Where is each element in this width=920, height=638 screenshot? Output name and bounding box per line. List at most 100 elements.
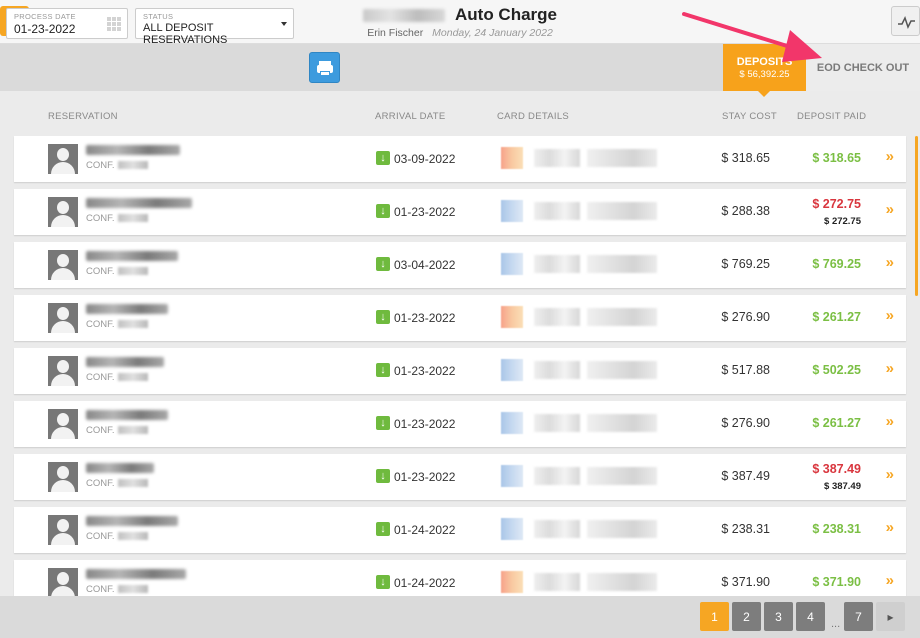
- stay-cost: $ 517.88: [721, 363, 770, 377]
- deposit-paid: $ 371.90: [812, 575, 861, 589]
- arrival-date: 01-23-2022: [394, 311, 456, 325]
- open-reservation-icon[interactable]: »: [886, 466, 894, 483]
- arrival-date: 01-24-2022: [394, 523, 456, 537]
- guest-name-redacted: [86, 463, 154, 473]
- open-reservation-icon[interactable]: »: [886, 413, 894, 430]
- col-header-deposit-paid: DEPOSIT PAID: [797, 111, 867, 122]
- page-button-3[interactable]: 3: [764, 602, 793, 631]
- table-row[interactable]: CONF. ↓ 03-09-2022 $ 318.65 $ 318.65 »: [14, 136, 906, 182]
- deposit-paid-secondary: $ 272.75: [824, 216, 861, 227]
- open-reservation-icon[interactable]: »: [886, 519, 894, 536]
- current-date: Monday, 24 January 2022: [432, 27, 553, 39]
- pulse-icon: [898, 16, 915, 29]
- arrival-arrow-icon: ↓: [376, 575, 390, 589]
- open-reservation-icon[interactable]: »: [886, 360, 894, 377]
- card-details-redacted: [501, 306, 669, 330]
- stay-cost: $ 238.31: [721, 522, 770, 536]
- confirmation-number: CONF.: [86, 584, 148, 595]
- avatar: [48, 144, 78, 174]
- tab-deposits[interactable]: DEPOSITS $ 56,392.25: [723, 44, 806, 97]
- caret-down-icon: [281, 22, 287, 26]
- open-reservation-icon[interactable]: »: [886, 254, 894, 271]
- arrival-arrow-icon: ↓: [376, 257, 390, 271]
- table-row[interactable]: CONF. ↓ 01-23-2022 $ 276.90 $ 261.27 »: [14, 401, 906, 447]
- arrival-date: 01-23-2022: [394, 470, 456, 484]
- status-select[interactable]: STATUS ALL DEPOSIT RESERVATIONS: [135, 8, 294, 46]
- stay-cost: $ 276.90: [721, 310, 770, 324]
- open-reservation-icon[interactable]: »: [886, 148, 894, 165]
- arrival-date: 03-04-2022: [394, 258, 456, 272]
- arrival-arrow-icon: ↓: [376, 363, 390, 377]
- scrollbar[interactable]: [915, 136, 918, 296]
- stay-cost: $ 288.38: [721, 204, 770, 218]
- print-button[interactable]: [309, 52, 340, 83]
- arrival-date: 01-24-2022: [394, 576, 456, 590]
- next-page-button[interactable]: ▸: [876, 602, 905, 631]
- open-reservation-icon[interactable]: »: [886, 201, 894, 218]
- page-title: Auto Charge: [455, 5, 557, 24]
- confirmation-number: CONF.: [86, 160, 148, 171]
- guest-name-redacted: [86, 251, 178, 261]
- card-details-redacted: [501, 465, 669, 489]
- deposit-paid: $ 272.75: [812, 197, 861, 211]
- confirmation-number: CONF.: [86, 319, 148, 330]
- card-details-redacted: [501, 200, 669, 224]
- table-row[interactable]: CONF. ↓ 01-23-2022 $ 517.88 $ 502.25 »: [14, 348, 906, 394]
- calendar-grid-icon: [107, 17, 121, 31]
- property-name-redacted: [363, 8, 445, 22]
- status-value: ALL DEPOSIT RESERVATIONS: [143, 22, 228, 46]
- confirmation-number: CONF.: [86, 425, 148, 436]
- deposit-paid: $ 261.27: [812, 416, 861, 430]
- col-header-reservation: RESERVATION: [48, 111, 118, 122]
- table-row[interactable]: CONF. ↓ 03-04-2022 $ 769.25 $ 769.25 »: [14, 242, 906, 288]
- table-row[interactable]: CONF. ↓ 01-23-2022 $ 387.49 $ 387.49 $ 387.49…: [14, 454, 906, 500]
- page-button-7[interactable]: 7: [844, 602, 873, 631]
- process-date-value: 01-23-2022: [14, 22, 76, 36]
- guest-name-redacted: [86, 569, 186, 579]
- stay-cost: $ 769.25: [721, 257, 770, 271]
- arrival-arrow-icon: ↓: [376, 469, 390, 483]
- deposits-amount: $ 56,392.25: [739, 69, 790, 80]
- deposit-paid: $ 502.25: [812, 363, 861, 377]
- deposit-paid: $ 318.65: [812, 151, 861, 165]
- guest-name-redacted: [86, 198, 192, 208]
- confirmation-number: CONF.: [86, 478, 148, 489]
- user-name: Erin Fischer: [367, 27, 424, 39]
- card-details-redacted: [501, 147, 669, 171]
- card-details-redacted: [501, 253, 669, 277]
- guest-name-redacted: [86, 145, 180, 155]
- open-reservation-icon[interactable]: »: [886, 307, 894, 324]
- guest-name-redacted: [86, 304, 168, 314]
- active-tab-pointer: [757, 90, 771, 97]
- page-button-2[interactable]: 2: [732, 602, 761, 631]
- stay-cost: $ 318.65: [721, 151, 770, 165]
- page-button-1[interactable]: 1: [700, 602, 729, 631]
- avatar: [48, 197, 78, 227]
- card-details-redacted: [501, 412, 669, 436]
- avatar: [48, 250, 78, 280]
- confirmation-number: CONF.: [86, 213, 148, 224]
- confirmation-number: CONF.: [86, 372, 148, 383]
- card-details-redacted: [501, 571, 669, 595]
- avatar: [48, 515, 78, 545]
- process-date-field[interactable]: PROCESS DATE 01-23-2022: [6, 8, 128, 39]
- avatar: [48, 462, 78, 492]
- deposit-paid: $ 387.49: [812, 462, 861, 476]
- open-reservation-icon[interactable]: »: [886, 572, 894, 589]
- arrival-date: 01-23-2022: [394, 364, 456, 378]
- arrival-arrow-icon: ↓: [376, 416, 390, 430]
- guest-name-redacted: [86, 516, 178, 526]
- arrival-arrow-icon: ↓: [376, 151, 390, 165]
- guest-name-redacted: [86, 410, 168, 420]
- tab-eod-check-out[interactable]: EOD CHECK OUT: [806, 44, 920, 91]
- card-details-redacted: [501, 359, 669, 383]
- arrival-date: 03-09-2022: [394, 152, 456, 166]
- table-row[interactable]: CONF. ↓ 01-24-2022 $ 238.31 $ 238.31 »: [14, 507, 906, 553]
- activity-button[interactable]: [891, 6, 920, 36]
- table-row[interactable]: CONF. ↓ 01-23-2022 $ 288.38 $ 272.75 $ 272.75…: [14, 189, 906, 235]
- deposit-paid: $ 238.31: [812, 522, 861, 536]
- stay-cost: $ 387.49: [721, 469, 770, 483]
- page-button-4[interactable]: 4: [796, 602, 825, 631]
- deposits-label: DEPOSITS: [736, 56, 793, 68]
- table-row[interactable]: CONF. ↓ 01-23-2022 $ 276.90 $ 261.27 »: [14, 295, 906, 341]
